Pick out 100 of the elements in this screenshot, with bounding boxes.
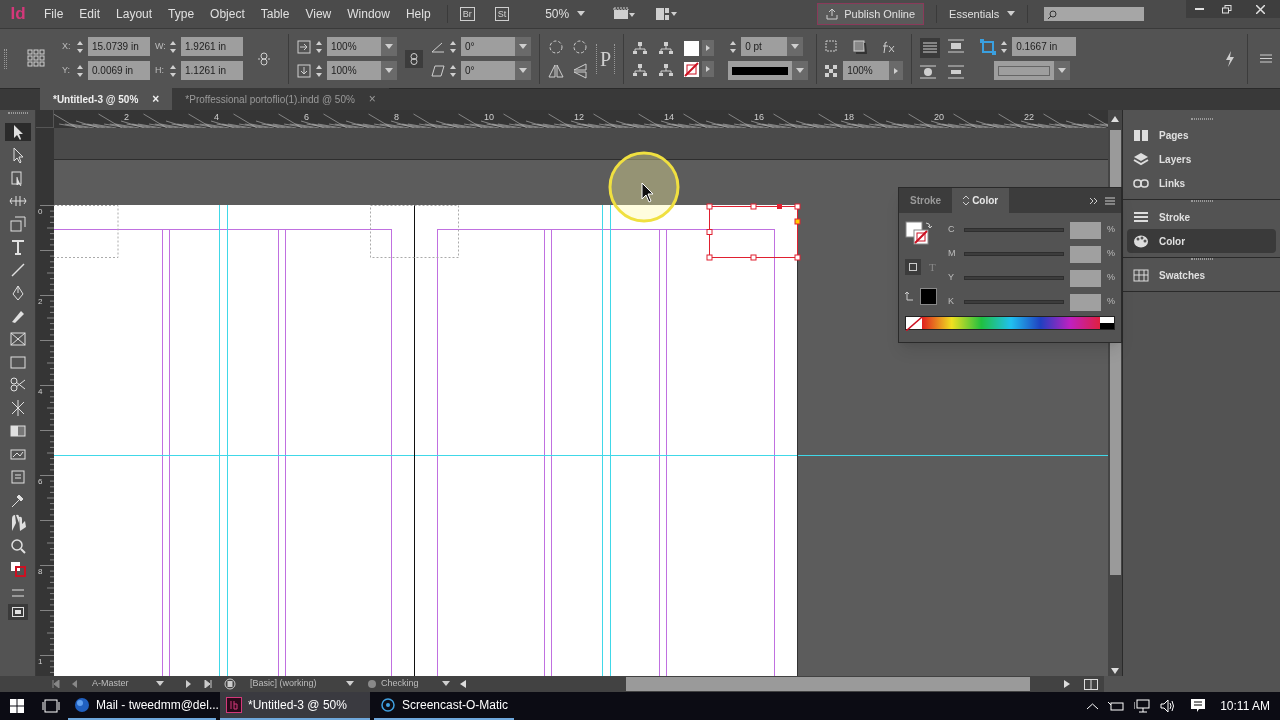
next-page-icon[interactable] — [186, 680, 192, 688]
select-content-icon[interactable] — [632, 62, 649, 77]
value-field[interactable]: 0.0069 in — [88, 61, 150, 80]
preflight-profile-dropdown[interactable]: [Basic] (working) — [250, 677, 354, 691]
constrain-link-icon[interactable] — [257, 51, 271, 66]
vertical-ruler[interactable]: 0 2 4 6 8 1 — [36, 128, 54, 676]
panel-tab[interactable]: Color — [952, 188, 1010, 213]
empty-frame[interactable] — [370, 205, 460, 259]
taskbar-app[interactable]: *Untitled-3 @ 50% — [220, 692, 370, 720]
panel-dock-item[interactable]: Pages — [1127, 123, 1276, 147]
scroll-down-icon[interactable] — [1111, 668, 1119, 674]
panel-dock-item[interactable]: Stroke — [1127, 205, 1276, 229]
drop-shadow-icon[interactable] — [853, 39, 868, 54]
menu-item[interactable]: File — [36, 5, 72, 23]
panel-dock-item[interactable]: Swatches — [1127, 263, 1276, 287]
lightning-icon[interactable] — [1225, 50, 1235, 67]
channel-field[interactable] — [1070, 245, 1101, 263]
no-text-wrap-button[interactable] — [920, 37, 941, 58]
fill-menu-button[interactable] — [702, 40, 715, 56]
menu-item[interactable]: Object — [202, 5, 253, 23]
reference-point-icon[interactable] — [27, 49, 46, 68]
panel-dock-item[interactable]: Color — [1127, 229, 1276, 253]
color-spectrum[interactable] — [905, 316, 1115, 330]
panel-menu-icon[interactable] — [1260, 54, 1272, 63]
scroll-left-icon[interactable] — [460, 680, 466, 688]
opacity-field[interactable]: 100% — [843, 61, 904, 80]
minimize-button[interactable] — [1186, 0, 1213, 18]
dropdown-caret-icon[interactable] — [519, 43, 527, 50]
menu-item[interactable]: Type — [160, 5, 203, 23]
view-options-icon[interactable] — [655, 7, 678, 21]
scroll-right-icon[interactable] — [1064, 680, 1070, 688]
dropdown-caret-icon[interactable] — [796, 67, 805, 74]
channel-field[interactable] — [1070, 293, 1101, 311]
rotate-counterclockwise-icon[interactable] — [572, 38, 588, 55]
document-menu-icon[interactable] — [224, 678, 236, 690]
previous-page-icon[interactable] — [72, 680, 78, 688]
panel-menu-icon[interactable] — [1105, 196, 1115, 205]
stroke-menu-button[interactable] — [702, 61, 715, 77]
panel-dock-item[interactable]: Layers — [1127, 147, 1276, 171]
bridge-button[interactable]: Br — [459, 7, 475, 21]
panel-dock-item[interactable]: Links — [1127, 171, 1276, 195]
angle-field[interactable]: 0° — [461, 61, 531, 80]
corner-options-icon[interactable] — [825, 39, 840, 54]
stroke-weight-field[interactable]: 0 pt — [741, 37, 804, 56]
scroll-up-icon[interactable] — [1111, 116, 1119, 122]
tool-button[interactable] — [4, 123, 31, 141]
collapse-panel-icon[interactable] — [1089, 196, 1099, 205]
menu-item[interactable]: Window — [339, 5, 398, 23]
dropdown-caret-icon[interactable] — [519, 67, 527, 74]
split-window-icon[interactable] — [1084, 678, 1098, 690]
stock-button[interactable]: St — [494, 7, 510, 21]
caret-icon[interactable] — [346, 681, 354, 687]
offset-field[interactable]: 0.1667 in — [1012, 37, 1077, 56]
rotate-clockwise-icon[interactable] — [548, 38, 564, 55]
dropdown-caret-icon[interactable] — [385, 67, 393, 74]
fill-stroke-swatch[interactable] — [905, 221, 933, 247]
taskbar-app[interactable]: Screencast-O-Matic — [374, 692, 514, 720]
value-field[interactable]: 1.1261 in — [181, 61, 243, 80]
value-field[interactable]: 1.9261 in — [181, 37, 243, 56]
search-field[interactable] — [1044, 7, 1145, 21]
scale-field[interactable]: 100% — [327, 37, 397, 56]
jump-object-icon[interactable] — [948, 63, 965, 80]
default-colors-icon[interactable] — [905, 291, 913, 301]
caret-icon[interactable] — [156, 681, 164, 687]
flip-vertical-icon[interactable] — [572, 62, 588, 79]
flip-horizontal-icon[interactable] — [548, 62, 564, 79]
workspace-dropdown[interactable]: Essentials — [937, 5, 1028, 23]
channel-field[interactable] — [1070, 221, 1101, 239]
caret-icon[interactable] — [577, 11, 586, 17]
dropdown-caret-icon[interactable] — [1058, 67, 1067, 74]
screen-mode-button[interactable] — [7, 604, 28, 620]
first-page-icon[interactable] — [52, 680, 60, 688]
horizontal-ruler[interactable]: 2 4 6 8 10 12 14 16 18 20 22 — [54, 110, 1108, 128]
stroke-color-swatch[interactable] — [920, 287, 937, 305]
preflight-status[interactable]: Checking — [368, 677, 450, 691]
tab-close-button[interactable]: × — [368, 90, 376, 108]
close-button[interactable] — [1240, 0, 1280, 18]
value-field[interactable]: 15.0739 in — [88, 37, 150, 56]
taskbar-app[interactable]: Mail - tweedmm@del... — [68, 692, 216, 720]
publish-online-button[interactable]: Publish Online — [817, 3, 925, 25]
stroke-none-swatch[interactable] — [684, 61, 700, 77]
dropdown-caret-icon[interactable] — [791, 43, 800, 50]
menu-item[interactable]: Help — [397, 5, 439, 23]
menu-item[interactable]: Edit — [71, 5, 109, 23]
caret-icon[interactable] — [442, 681, 450, 687]
caret-icon[interactable] — [1007, 11, 1016, 17]
dropdown-caret-icon[interactable] — [385, 43, 393, 50]
page-dropdown[interactable]: A-Master — [92, 677, 172, 691]
constrain-scale-button[interactable] — [405, 49, 423, 68]
selected-frame[interactable] — [706, 203, 802, 261]
menu-item[interactable]: View — [297, 5, 340, 23]
select-container-icon[interactable] — [632, 40, 649, 55]
select-previous-icon[interactable] — [658, 40, 675, 55]
document-tab[interactable]: *Untitled-3 @ 50% × — [40, 88, 173, 110]
menu-item[interactable]: Table — [252, 5, 298, 23]
frame-fitting-icon[interactable] — [980, 38, 997, 55]
stroke-type-dropdown[interactable] — [728, 61, 809, 80]
tab-close-button[interactable]: × — [152, 90, 160, 108]
container-mode-button[interactable] — [905, 259, 921, 276]
scale-field[interactable]: 100% — [327, 61, 397, 80]
